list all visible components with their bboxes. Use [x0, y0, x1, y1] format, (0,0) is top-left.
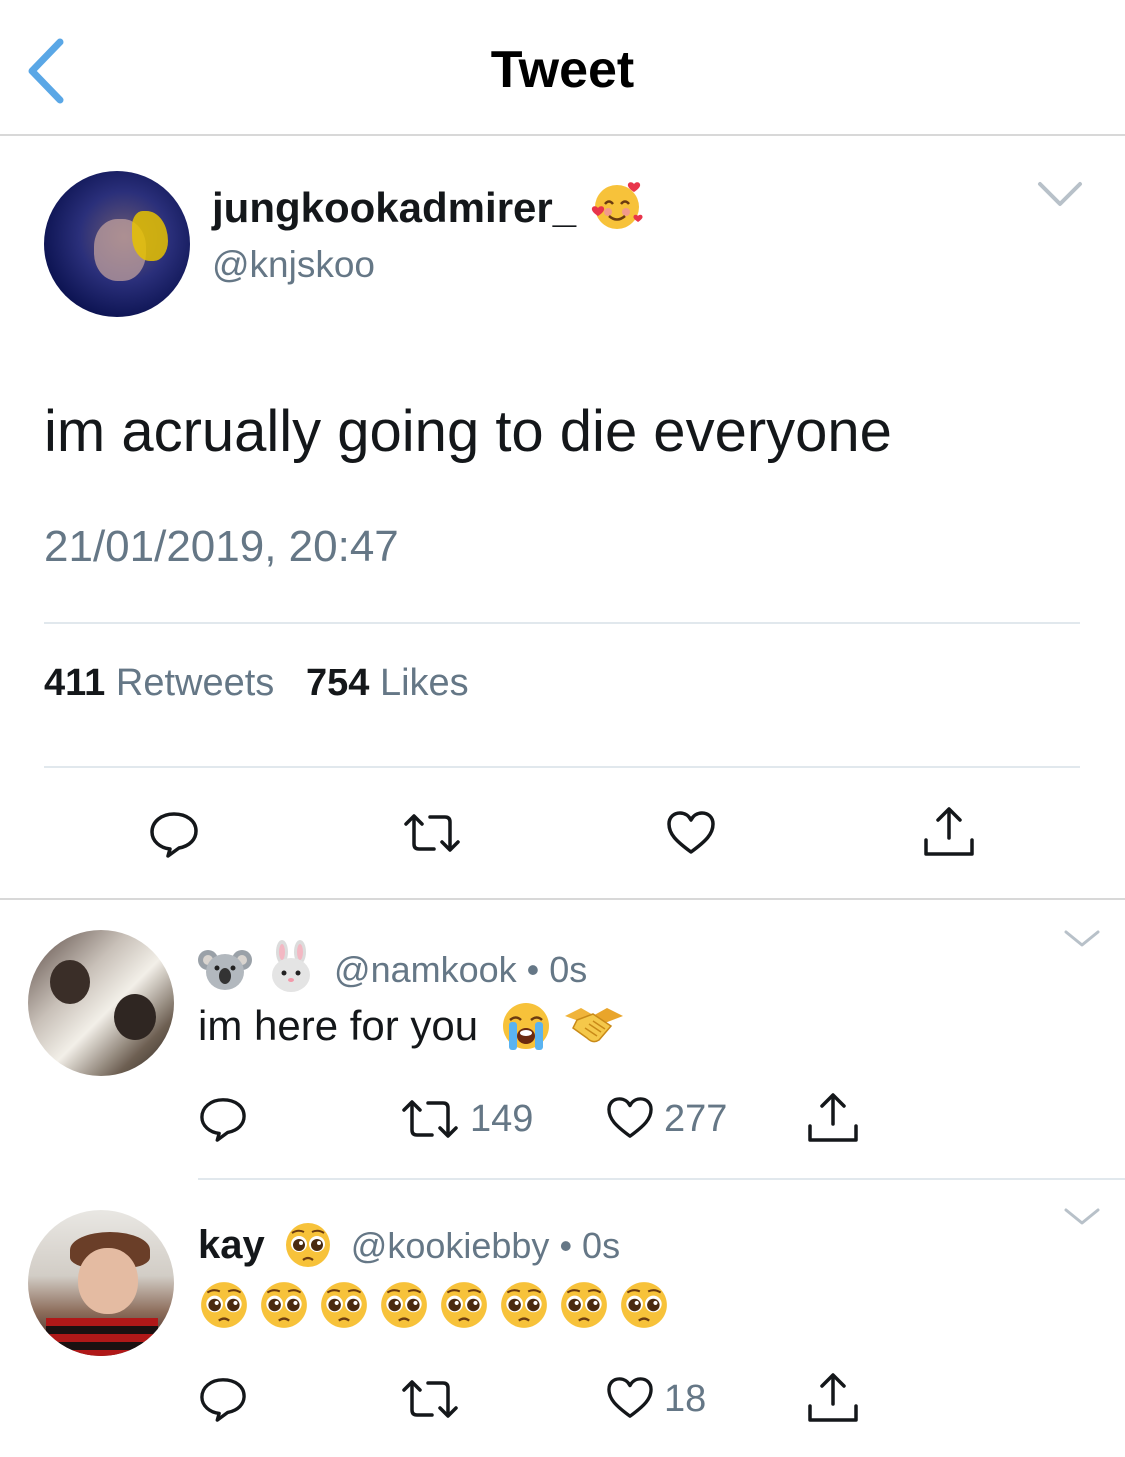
reply-options-chevron-icon[interactable]	[1062, 1206, 1102, 1228]
pleading-face-icon	[261, 1282, 307, 1328]
reply-icon	[200, 1098, 246, 1142]
reply-time: • 0s	[526, 949, 588, 990]
reply-time: • 0s	[559, 1225, 621, 1266]
heart-icon	[607, 1377, 653, 1418]
share-icon	[808, 1093, 858, 1142]
share-button[interactable]	[806, 1092, 860, 1144]
reply-handle[interactable]: @kookiebby	[351, 1225, 550, 1266]
reply-options-chevron-icon[interactable]	[1062, 928, 1102, 950]
pleading-face-icon	[621, 1282, 667, 1328]
retweet-button[interactable]	[400, 1098, 460, 1140]
retweets-label: Retweets	[115, 662, 275, 704]
more-options-chevron-icon[interactable]	[1036, 178, 1084, 210]
share-icon	[924, 807, 974, 856]
likes-label: Likes	[379, 662, 469, 704]
reply-display-name[interactable]: kay	[198, 1223, 265, 1267]
rabbit-face-icon	[272, 940, 311, 992]
smiling-face-with-hearts-icon	[591, 182, 643, 229]
divider	[198, 1178, 1125, 1180]
reply-button[interactable]	[198, 1096, 248, 1142]
divider	[44, 622, 1080, 624]
retweet-count: 149	[470, 1098, 534, 1140]
share-button[interactable]	[922, 806, 976, 858]
pleading-face-icon	[381, 1282, 427, 1328]
author-display-name[interactable]: jungkookadmirer_	[212, 178, 644, 232]
divider	[44, 766, 1080, 768]
like-count: 277	[664, 1098, 728, 1140]
like-count: 18	[664, 1378, 707, 1420]
likes-stat[interactable]: 754 Likes	[306, 662, 469, 704]
like-button[interactable]	[666, 810, 716, 856]
navigation-bar: Tweet	[0, 0, 1125, 136]
pleading-face-icon	[321, 1282, 367, 1328]
reply-button[interactable]	[198, 1376, 248, 1422]
pleading-face-icon	[441, 1282, 487, 1328]
retweets-stat[interactable]: 411 Retweets	[44, 662, 274, 704]
tweet-stats: 411 Retweets 754 Likes	[44, 662, 469, 705]
reply-button[interactable]	[148, 810, 200, 858]
retweet-button[interactable]	[402, 812, 462, 854]
divider	[0, 898, 1125, 900]
reply-header: @namkook • 0s	[198, 940, 587, 994]
pleading-face-icon	[561, 1282, 607, 1328]
reply-handle[interactable]: @namkook	[334, 949, 517, 990]
retweet-icon	[402, 1100, 458, 1138]
retweet-icon	[402, 1380, 458, 1418]
reply-emoji-row	[198, 1278, 670, 1331]
likes-count: 754	[305, 662, 370, 704]
reply-avatar[interactable]	[28, 930, 174, 1076]
koala-icon	[198, 950, 252, 990]
handshake-icon	[565, 1008, 624, 1043]
heart-icon	[607, 1097, 653, 1138]
author-handle[interactable]: @knjskoo	[212, 244, 375, 286]
reply-text: im here for you	[198, 1000, 625, 1052]
pleading-face-icon	[285, 1223, 330, 1267]
author-avatar[interactable]	[44, 171, 190, 317]
reply-icon	[150, 812, 198, 858]
loudly-crying-face-icon	[502, 1003, 549, 1050]
like-button[interactable]	[606, 1096, 654, 1140]
reply-avatar[interactable]	[28, 1210, 174, 1356]
retweet-button[interactable]	[400, 1378, 460, 1420]
like-button[interactable]	[606, 1376, 654, 1420]
pleading-face-icon	[201, 1282, 247, 1328]
share-button[interactable]	[806, 1372, 860, 1424]
tweet-text: im acrually going to die everyone	[44, 399, 892, 464]
heart-icon	[667, 811, 715, 854]
retweets-count: 411	[44, 662, 106, 704]
tweet-timestamp: 21/01/2019, 20:47	[44, 522, 399, 571]
reply-header: kay @kookiebby • 0s	[198, 1220, 620, 1270]
share-icon	[808, 1373, 858, 1422]
pleading-face-icon	[501, 1282, 547, 1328]
page-title: Tweet	[490, 41, 635, 99]
retweet-icon	[404, 814, 460, 852]
reply-icon	[200, 1378, 246, 1422]
